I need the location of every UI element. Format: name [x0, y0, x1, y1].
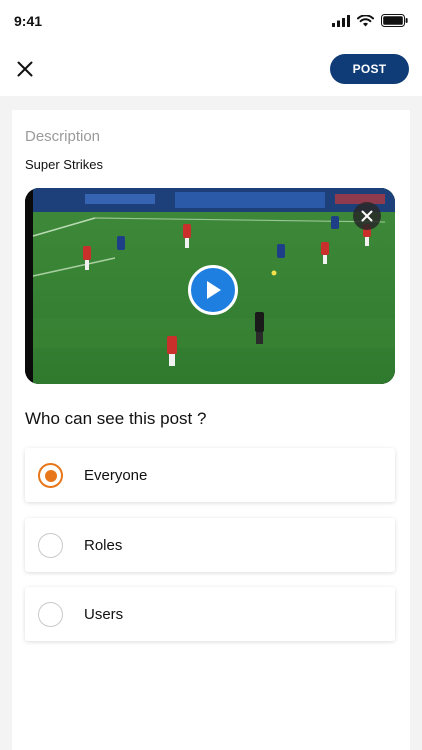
radio-roles[interactable]: [38, 533, 63, 558]
close-button[interactable]: [12, 56, 38, 82]
visibility-question: Who can see this post ?: [25, 409, 207, 428]
remove-video-icon: [361, 210, 373, 222]
create-post-card: Description Super Strikes Who can see th…: [12, 110, 410, 750]
top-bar: POST: [0, 44, 422, 96]
description-label: Description: [25, 128, 101, 145]
post-button[interactable]: POST: [330, 54, 409, 84]
wifi-icon: [357, 14, 374, 26]
video-preview[interactable]: [25, 188, 395, 384]
play-button[interactable]: [188, 265, 238, 315]
radio-users[interactable]: [38, 602, 63, 627]
option-roles[interactable]: Roles: [25, 518, 395, 572]
status-bar: 9:41: [0, 0, 422, 44]
option-everyone[interactable]: Everyone: [25, 448, 395, 502]
signal-icon: [332, 14, 350, 27]
status-time: 9:41: [14, 13, 43, 29]
close-icon: [17, 61, 33, 77]
status-icons: [332, 14, 408, 27]
battery-icon: [381, 14, 408, 27]
option-label: Roles: [84, 537, 123, 554]
description-input[interactable]: Super Strikes: [25, 157, 103, 172]
radio-everyone[interactable]: [38, 463, 63, 488]
option-users[interactable]: Users: [25, 587, 395, 641]
play-icon: [207, 281, 221, 299]
option-label: Users: [84, 606, 124, 623]
option-label: Everyone: [84, 467, 148, 484]
remove-video-button[interactable]: [353, 202, 381, 230]
